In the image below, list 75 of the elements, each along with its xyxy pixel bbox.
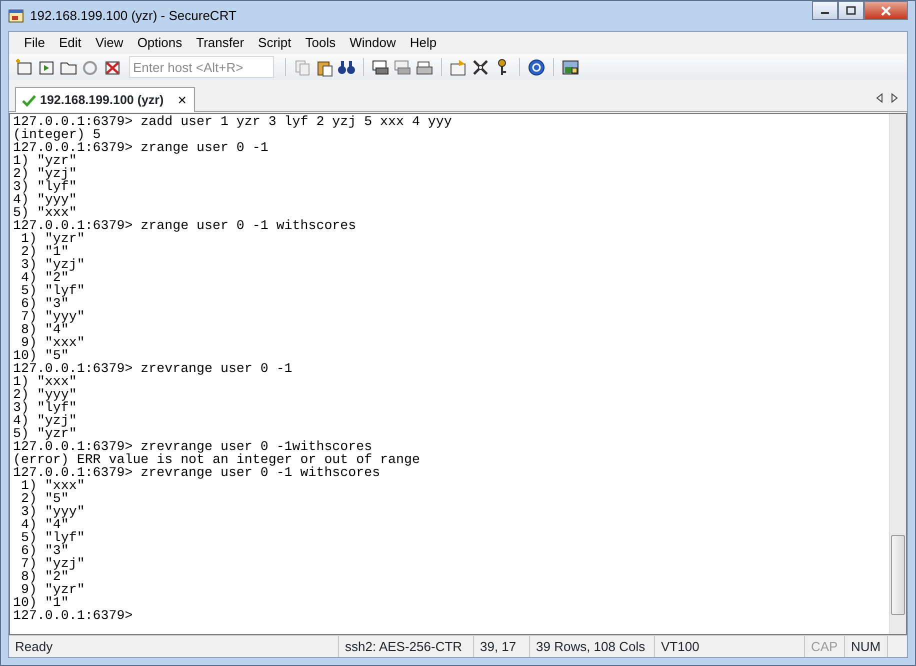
help-icon[interactable] bbox=[527, 58, 546, 76]
terminal-line: 127.0.0.1:6379> zrevrange user 0 -1 withscores bbox=[13, 466, 382, 479]
print-icon[interactable] bbox=[371, 58, 390, 76]
terminal-line: 7) "yyy" bbox=[20, 310, 86, 323]
terminal-line: 5) "lyf" bbox=[20, 531, 86, 544]
menu-item[interactable]: Help bbox=[402, 31, 444, 55]
terminal-line: 2) "yzj" bbox=[13, 167, 78, 180]
terminal-line: 5) "xxx" bbox=[13, 206, 78, 219]
close-button[interactable] bbox=[864, 1, 908, 20]
scrollbar-thumb[interactable] bbox=[891, 535, 905, 615]
menu-item[interactable]: View bbox=[88, 31, 130, 55]
terminal-line: 5) "lyf" bbox=[20, 284, 86, 297]
app-icon bbox=[8, 8, 24, 24]
terminal-line: 1) "yzr" bbox=[13, 154, 78, 167]
menu-item[interactable]: Transfer bbox=[189, 31, 252, 55]
scroll-right-icon[interactable] bbox=[891, 92, 899, 102]
menu-item[interactable]: Window bbox=[342, 31, 403, 55]
scrollbar[interactable] bbox=[889, 114, 906, 634]
terminal-line: 2) "5" bbox=[20, 492, 69, 505]
terminal-line: 127.0.0.1:6379> zadd user 1 yzr 3 lyf 2 yzj 5 xxx 4 yyy bbox=[13, 115, 453, 128]
window-title: 192.168.199.100 (yzr) - SecureCRT bbox=[30, 7, 236, 26]
host-field[interactable]: Enter host <Alt+R> bbox=[129, 56, 274, 78]
status-cell: 39, 17 bbox=[474, 636, 530, 657]
terminal-line: 1) "xxx" bbox=[20, 479, 86, 492]
terminal-line: 3) "lyf" bbox=[13, 180, 78, 193]
menu-item[interactable]: Options bbox=[130, 31, 190, 55]
terminal-line: 4) "yzj" bbox=[13, 414, 78, 427]
status-cell: 39 Rows, 108 Cols bbox=[530, 636, 655, 657]
terminal-line: (integer) 5 bbox=[13, 128, 102, 141]
maximize-button[interactable] bbox=[838, 1, 864, 20]
status-cell: CAP bbox=[805, 636, 845, 657]
terminal-line: 3) "lyf" bbox=[13, 401, 78, 414]
terminal-line: 5) "yzr" bbox=[13, 427, 78, 440]
terminal-line: 127.0.0.1:6379> bbox=[13, 609, 134, 622]
status-cell: VT100 bbox=[655, 636, 805, 657]
tools-icon[interactable] bbox=[471, 58, 490, 76]
session-tab[interactable]: 192.168.199.100 (yzr) × bbox=[15, 87, 196, 112]
menu-item[interactable]: Tools bbox=[298, 31, 343, 55]
menu-item[interactable]: Script bbox=[251, 31, 298, 55]
terminal-line: 1) "xxx" bbox=[13, 375, 78, 388]
connect-icon[interactable] bbox=[15, 58, 34, 76]
status-cell: ssh2: AES-256-CTR bbox=[339, 636, 474, 657]
menu-item[interactable]: Edit bbox=[52, 31, 88, 55]
scroll-left-icon[interactable] bbox=[875, 92, 883, 102]
terminal-line: 6) "3" bbox=[20, 297, 69, 310]
terminal-line: 9) "xxx" bbox=[20, 336, 86, 349]
terminal-line: 3) "yzj" bbox=[20, 258, 86, 271]
terminal-line: 3) "yyy" bbox=[20, 505, 86, 518]
terminal-line: 4) "4" bbox=[20, 518, 69, 531]
terminal-line: 10) "1" bbox=[13, 596, 69, 609]
maximize-icon bbox=[846, 6, 856, 15]
terminal-line: 4) "yyy" bbox=[13, 193, 78, 206]
terminal-line: (error) ERR value is not an integer or out of range bbox=[13, 453, 421, 466]
terminal-line: 8) "2" bbox=[20, 570, 69, 583]
terminal-line: 127.0.0.1:6379> zrevrange user 0 -1 bbox=[13, 362, 294, 375]
terminal-line: 127.0.0.1:6379> zrevrange user 0 -1withscores bbox=[13, 440, 374, 453]
terminal-line: 127.0.0.1:6379> zrange user 0 -1 bbox=[13, 141, 270, 154]
terminal-line: 9) "yzr" bbox=[20, 583, 86, 596]
status-cell: Ready bbox=[9, 636, 339, 657]
keymap-icon[interactable] bbox=[561, 58, 580, 76]
status-cell: NUM bbox=[845, 636, 888, 657]
terminal-line: 2) "1" bbox=[20, 245, 69, 258]
terminal-line: 6) "3" bbox=[20, 544, 69, 557]
tab-close-button[interactable]: × bbox=[176, 92, 188, 108]
terminal-line: 10) "5" bbox=[13, 349, 70, 362]
terminal-line: 127.0.0.1:6379> zrange user 0 -1 withscores bbox=[13, 219, 358, 232]
terminal-line: 7) "yzj" bbox=[20, 557, 86, 570]
minimize-button[interactable] bbox=[812, 1, 838, 20]
terminal-line: 8) "4" bbox=[20, 323, 69, 336]
check-icon bbox=[22, 94, 36, 106]
terminal-line: 2) "yyy" bbox=[13, 388, 78, 401]
terminal-line: 1) "yzr" bbox=[20, 232, 86, 245]
close-icon bbox=[880, 6, 892, 16]
terminal-line: 4) "2" bbox=[20, 271, 69, 284]
menu-item[interactable]: File bbox=[17, 31, 52, 55]
